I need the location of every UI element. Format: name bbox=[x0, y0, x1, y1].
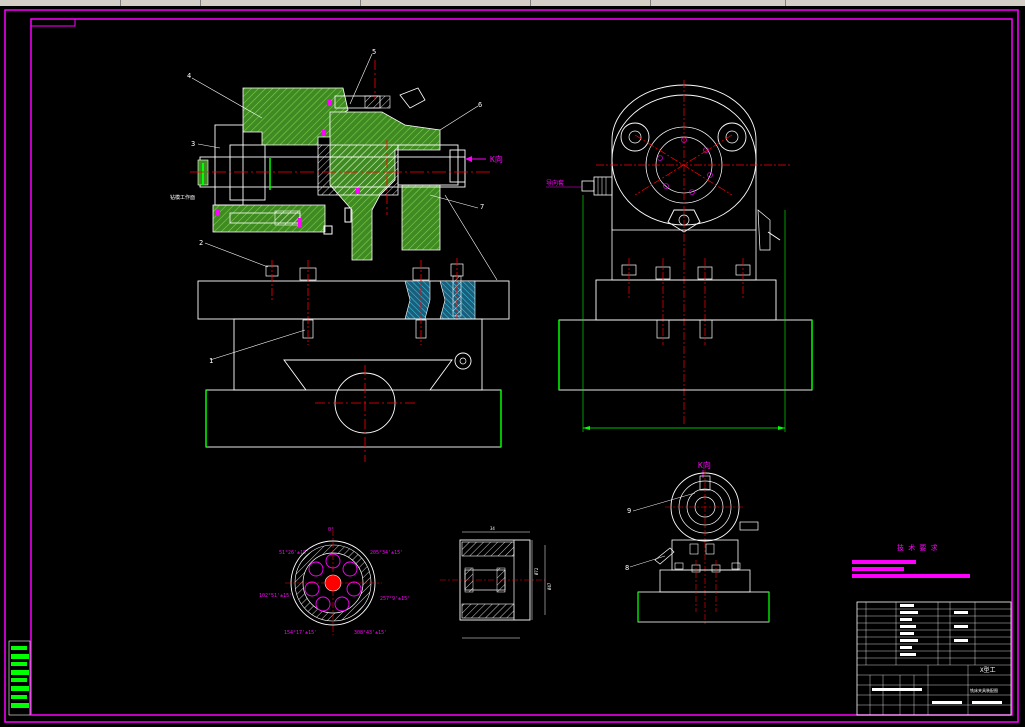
machine-table bbox=[233, 318, 483, 391]
side-view[interactable]: 导向套 bbox=[546, 80, 813, 432]
front-view[interactable]: K向 钻模工作面 1 2 3 4 5 6 7 bbox=[170, 48, 510, 462]
code-box bbox=[30, 18, 76, 27]
technical-requirements: 技 术 要 求 bbox=[852, 543, 970, 578]
callout-2: 2 bbox=[199, 239, 203, 247]
k-arrow-label: K向 bbox=[490, 154, 503, 164]
title-block: X型工 铣床夹具装配图 bbox=[856, 601, 1012, 716]
side-view-tag: 导向套 bbox=[546, 179, 564, 187]
sleeve-dim-length: 34 bbox=[490, 526, 495, 531]
sleeve-dim-outer: Ø72 bbox=[534, 567, 539, 575]
k-view[interactable]: K向 9 8 bbox=[625, 460, 770, 625]
tech-req-title: 技 术 要 求 bbox=[897, 543, 938, 552]
callout-9: 9 bbox=[627, 507, 631, 515]
cad-drawing-canvas[interactable]: K向 钻模工作面 1 2 3 4 5 6 7 导向套 K向 9 8 0° 51°… bbox=[0, 6, 1025, 727]
callout-7: 7 bbox=[480, 203, 484, 211]
plate-angle-6: 308°43'±15' bbox=[354, 630, 387, 636]
support-block bbox=[401, 184, 441, 251]
callout-8: 8 bbox=[625, 564, 629, 572]
plate-angle-3: 102°51'±15' bbox=[259, 593, 292, 599]
k-view-title: K向 bbox=[698, 460, 711, 470]
index-plate-view[interactable]: 0° 51°26'±15' 205°34'±15' 102°51'±15' 25… bbox=[259, 527, 410, 636]
drawing-name: X型工 bbox=[980, 666, 996, 674]
sleeve-dim-inner: Ø47 bbox=[547, 582, 552, 590]
plate-angle-4: 257°9'±15' bbox=[380, 596, 410, 602]
plate-top-angle: 0° bbox=[328, 527, 334, 533]
sleeve-section-view[interactable]: 34 Ø72 Ø47 bbox=[440, 526, 552, 639]
callout-3: 3 bbox=[191, 140, 195, 148]
plate-angle-2: 205°34'±15' bbox=[370, 550, 403, 556]
callout-5: 5 bbox=[372, 48, 376, 56]
callout-4: 4 bbox=[187, 72, 191, 80]
part-description: 铣床夹具装配图 bbox=[970, 687, 998, 693]
callout-6: 6 bbox=[478, 101, 482, 109]
side-note: 钻模工作面 bbox=[170, 194, 195, 201]
drawing-frame bbox=[30, 18, 1013, 716]
left-margin-strip bbox=[8, 640, 31, 716]
callout-1: 1 bbox=[209, 357, 213, 365]
plate-angle-1: 51°26'±15' bbox=[279, 550, 309, 556]
plate-angle-5: 154°17'±15' bbox=[284, 630, 317, 636]
